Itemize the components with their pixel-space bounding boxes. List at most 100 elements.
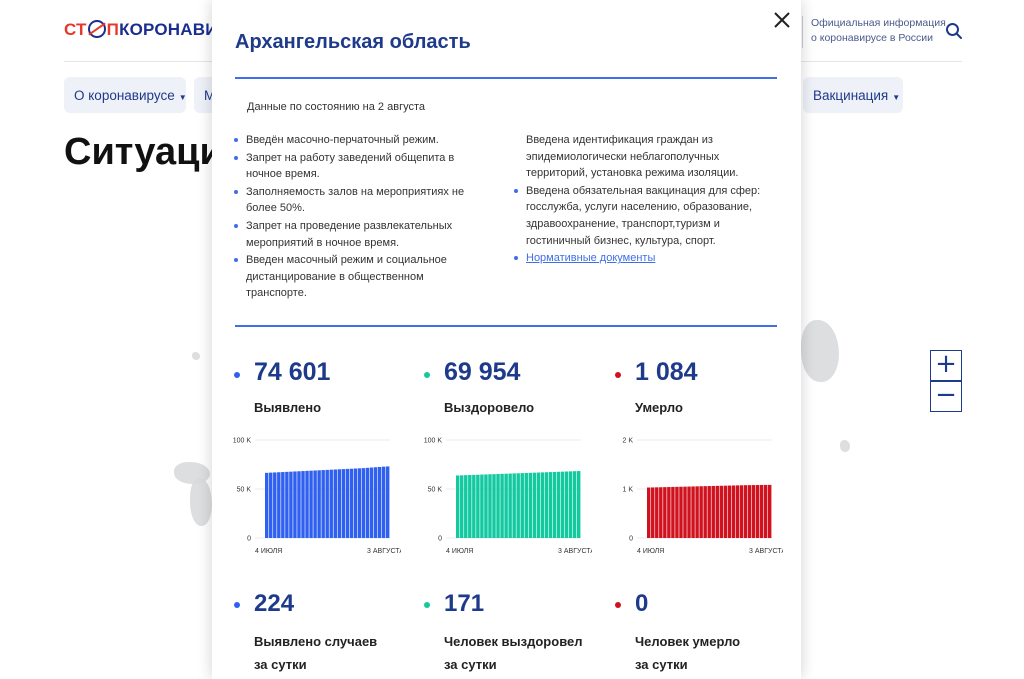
- bar[interactable]: [496, 474, 500, 538]
- bar[interactable]: [309, 470, 313, 538]
- bar[interactable]: [683, 486, 687, 538]
- bar[interactable]: [365, 467, 370, 538]
- bar[interactable]: [357, 468, 362, 538]
- bar[interactable]: [687, 486, 691, 538]
- menu-vaccination[interactable]: Вакцинация ▼: [803, 77, 903, 113]
- bar[interactable]: [353, 468, 358, 538]
- bar[interactable]: [305, 470, 309, 538]
- bar[interactable]: [349, 468, 354, 538]
- bar[interactable]: [759, 484, 764, 538]
- bar[interactable]: [747, 485, 752, 538]
- bar[interactable]: [667, 487, 671, 538]
- bar[interactable]: [341, 469, 346, 538]
- bar[interactable]: [476, 474, 480, 538]
- bar[interactable]: [337, 469, 342, 538]
- bar[interactable]: [317, 470, 321, 538]
- bar[interactable]: [731, 485, 736, 538]
- bar[interactable]: [755, 485, 760, 538]
- bar[interactable]: [691, 486, 695, 538]
- bar[interactable]: [297, 471, 301, 538]
- bar[interactable]: [528, 472, 533, 538]
- bar[interactable]: [560, 471, 565, 538]
- bar[interactable]: [719, 485, 724, 538]
- bar[interactable]: [345, 468, 350, 538]
- bar[interactable]: [548, 472, 553, 538]
- bar[interactable]: [540, 472, 545, 538]
- bar[interactable]: [277, 472, 281, 538]
- bar[interactable]: [516, 473, 520, 538]
- bar[interactable]: [536, 472, 541, 538]
- bar[interactable]: [484, 474, 488, 538]
- bar[interactable]: [313, 470, 317, 538]
- bar[interactable]: [552, 471, 557, 538]
- bar[interactable]: [504, 473, 508, 538]
- bar[interactable]: [707, 486, 711, 538]
- bar[interactable]: [715, 485, 719, 538]
- bar[interactable]: [675, 486, 679, 538]
- zoom-in-button[interactable]: +: [930, 350, 962, 381]
- bar[interactable]: [508, 473, 512, 538]
- bar[interactable]: [289, 471, 293, 538]
- search-icon[interactable]: [945, 22, 963, 40]
- menu-about-covid[interactable]: О коронавирусе ▼: [64, 77, 187, 113]
- bar[interactable]: [468, 475, 472, 538]
- bar[interactable]: [576, 471, 581, 538]
- bar[interactable]: [377, 466, 382, 538]
- bar[interactable]: [329, 469, 333, 538]
- bar[interactable]: [456, 475, 460, 538]
- bar[interactable]: [460, 475, 464, 538]
- zoom-out-button[interactable]: −: [930, 381, 962, 412]
- bar[interactable]: [735, 485, 740, 538]
- bar[interactable]: [695, 486, 699, 538]
- bar[interactable]: [464, 475, 468, 538]
- bar[interactable]: [265, 472, 269, 538]
- bar[interactable]: [488, 474, 492, 538]
- bar[interactable]: [739, 485, 744, 538]
- bar[interactable]: [727, 485, 732, 538]
- bar[interactable]: [659, 487, 663, 538]
- bar[interactable]: [743, 485, 748, 538]
- bar[interactable]: [285, 471, 289, 538]
- bar[interactable]: [651, 487, 655, 538]
- bar[interactable]: [699, 486, 703, 538]
- bar[interactable]: [273, 472, 277, 538]
- bar[interactable]: [524, 472, 528, 538]
- bar[interactable]: [556, 471, 561, 538]
- close-icon[interactable]: [770, 8, 794, 32]
- bar[interactable]: [520, 473, 524, 538]
- bar[interactable]: [325, 469, 329, 538]
- bar[interactable]: [480, 474, 484, 538]
- bar[interactable]: [572, 471, 577, 538]
- bar[interactable]: [269, 472, 273, 538]
- bar[interactable]: [472, 474, 476, 538]
- bar[interactable]: [751, 485, 756, 538]
- bar[interactable]: [301, 471, 305, 538]
- bar[interactable]: [321, 470, 325, 538]
- bar[interactable]: [532, 472, 537, 538]
- bar[interactable]: [385, 466, 390, 538]
- normative-documents-link[interactable]: Нормативные документы: [526, 252, 655, 264]
- bar[interactable]: [544, 472, 549, 538]
- bar[interactable]: [647, 487, 651, 538]
- bar[interactable]: [381, 466, 386, 538]
- bar[interactable]: [679, 486, 683, 538]
- bar[interactable]: [293, 471, 297, 538]
- bar[interactable]: [663, 487, 667, 538]
- bar[interactable]: [492, 474, 496, 538]
- bar[interactable]: [281, 472, 285, 538]
- bar[interactable]: [568, 471, 573, 538]
- bar[interactable]: [711, 485, 715, 538]
- bar[interactable]: [763, 484, 768, 538]
- bar[interactable]: [671, 486, 675, 538]
- bar[interactable]: [767, 484, 772, 538]
- bar[interactable]: [500, 473, 504, 538]
- bar[interactable]: [703, 486, 707, 538]
- site-logo[interactable]: СТ ПКОРОНАВИ: [64, 20, 218, 40]
- bar[interactable]: [655, 487, 659, 538]
- bar[interactable]: [373, 467, 378, 538]
- bar[interactable]: [333, 469, 337, 538]
- bar[interactable]: [564, 471, 569, 538]
- bar[interactable]: [512, 473, 516, 538]
- bar[interactable]: [361, 468, 366, 538]
- bar[interactable]: [723, 485, 728, 538]
